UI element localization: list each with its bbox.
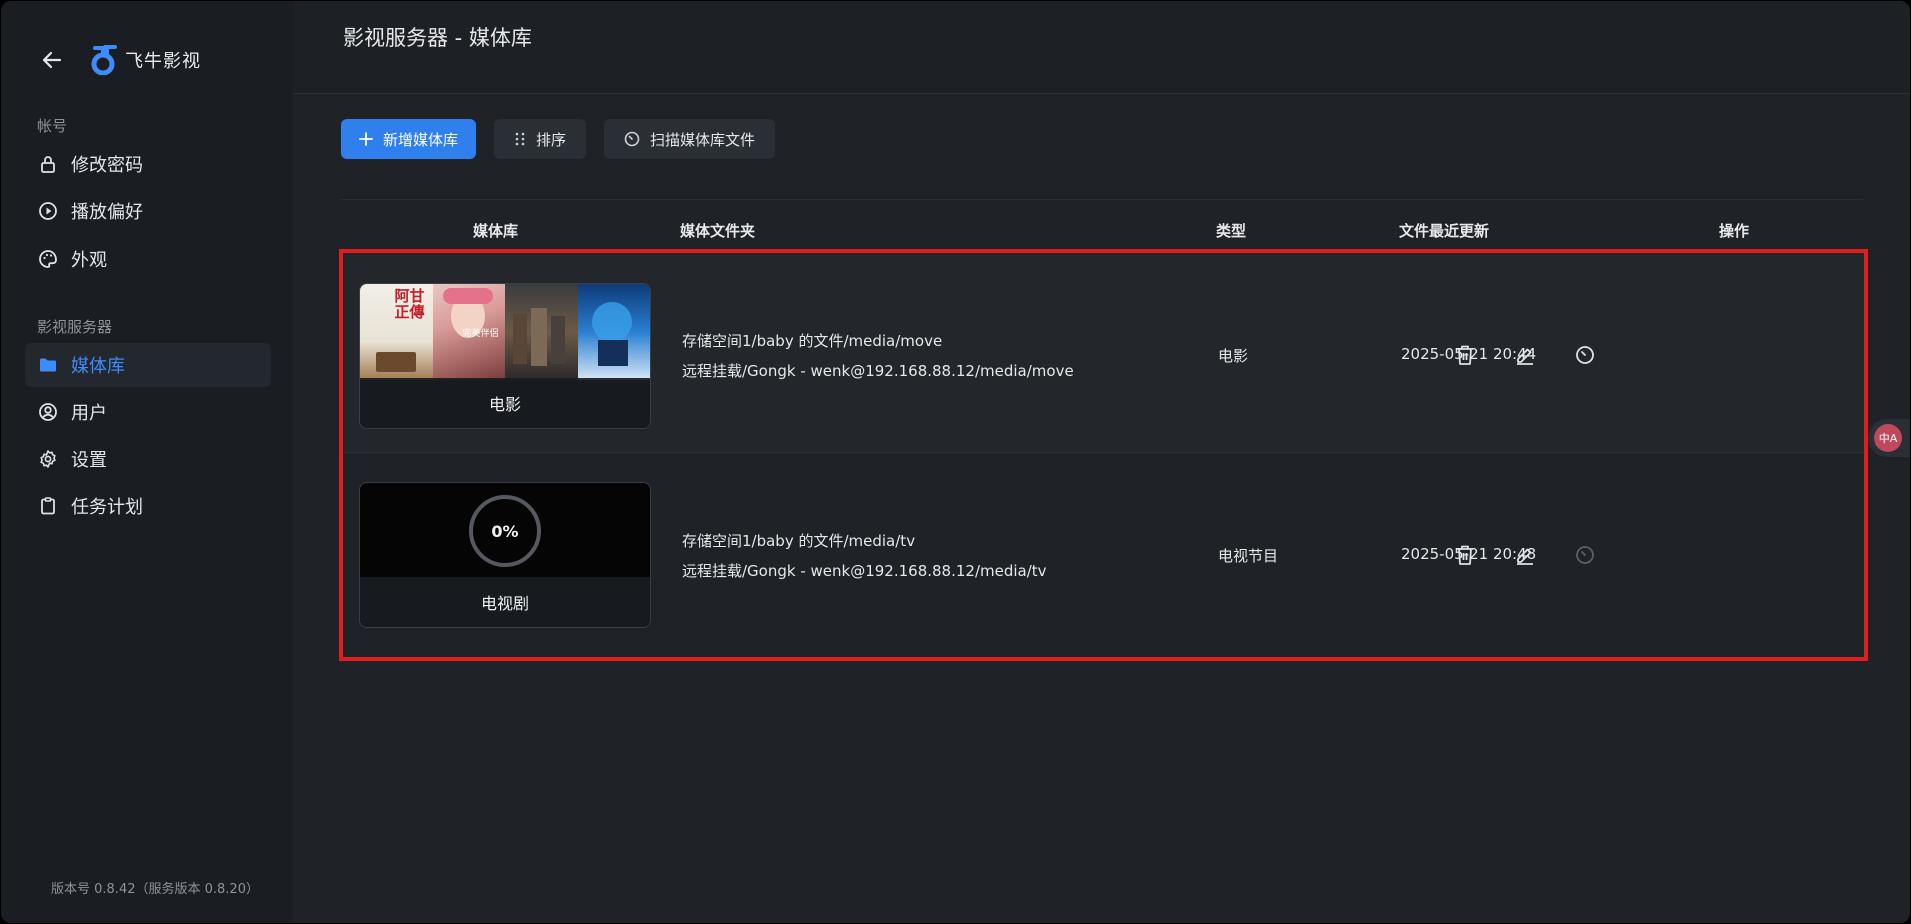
sidebar-item-label: 媒体库 <box>71 356 125 377</box>
folder-path: 存储空间1/baby 的文件/media/move <box>682 332 943 350</box>
media-folders: 存储空间1/baby 的文件/media/tv 远程挂载/Gongk - wen… <box>682 526 1047 586</box>
section-title-account: 帐号 <box>37 117 68 135</box>
table-header: 媒体库 媒体文件夹 类型 文件最近更新 操作 <box>341 199 1863 251</box>
column-header-updated: 文件最近更新 <box>1399 222 1490 240</box>
edit-pencil-icon[interactable] <box>1513 343 1537 367</box>
sidebar-item-label: 任务计划 <box>71 497 143 518</box>
folder-path: 存储空间1/baby 的文件/media/tv <box>682 532 916 550</box>
poster-thumbnail <box>505 284 578 380</box>
scan-label: 扫描媒体库文件 <box>650 130 756 149</box>
scan-timer-icon[interactable] <box>1573 343 1597 367</box>
sidebar-item-label: 修改密码 <box>71 155 143 176</box>
version-text: 版本号 0.8.42（服务版本 0.8.20） <box>51 882 259 897</box>
folder-path: 远程挂载/Gongk - wenk@192.168.88.12/media/tv <box>682 562 1047 580</box>
progress-ring: 0% <box>469 495 541 567</box>
sidebar: 飞牛影视 帐号 修改密码 播放偏好 外观 影视服务器 媒体库 用户 设置 任务计… <box>1 1 293 923</box>
media-library-table: 媒体库 媒体文件夹 类型 文件最近更新 操作 阿甘正傳 完美伴侶 电影 存储空间… <box>339 199 1868 661</box>
brand: 飞牛影视 <box>39 45 201 76</box>
sidebar-item-appearance[interactable]: 外观 <box>25 237 271 281</box>
brand-name: 飞牛影视 <box>125 51 201 72</box>
row-actions <box>1453 343 1597 367</box>
add-library-label: 新增媒体库 <box>383 130 459 149</box>
toolbar: 新增媒体库 排序 扫描媒体库文件 <box>341 119 776 159</box>
lock-icon <box>37 153 59 175</box>
scan-progress-area: 0% <box>360 483 650 579</box>
row-actions <box>1453 543 1597 567</box>
column-header-type: 类型 <box>1216 222 1247 240</box>
sidebar-item-settings[interactable]: 设置 <box>25 437 271 481</box>
poster-thumbnail <box>577 284 650 380</box>
back-arrow-icon[interactable] <box>39 47 65 73</box>
play-circle-icon <box>37 200 59 222</box>
library-card-movies[interactable]: 阿甘正傳 完美伴侶 电影 <box>359 283 651 429</box>
column-header-library: 媒体库 <box>473 222 519 240</box>
poster-strip: 阿甘正傳 完美伴侶 <box>360 284 650 380</box>
palette-icon <box>37 248 59 270</box>
library-name: 电视剧 <box>360 577 650 627</box>
sidebar-item-media-library[interactable]: 媒体库 <box>25 343 271 387</box>
sidebar-item-label: 播放偏好 <box>71 202 143 223</box>
sidebar-item-task-schedule[interactable]: 任务计划 <box>25 484 271 528</box>
folder-icon <box>37 354 59 376</box>
folder-path: 远程挂载/Gongk - wenk@192.168.88.12/media/mo… <box>682 362 1074 380</box>
main-content: 影视服务器 - 媒体库 新增媒体库 排序 扫描媒体库文件 媒体库 媒体文件夹 类… <box>293 1 1910 923</box>
scan-timer-icon <box>624 131 640 147</box>
sort-button[interactable]: 排序 <box>494 119 587 159</box>
gear-icon <box>37 448 59 470</box>
poster-thumbnail: 完美伴侶 <box>432 284 505 380</box>
drag-handle-icon <box>514 132 526 146</box>
app-window: 飞牛影视 帐号 修改密码 播放偏好 外观 影视服务器 媒体库 用户 设置 任务计… <box>1 1 1910 923</box>
topbar: 影视服务器 - 媒体库 <box>293 1 1910 94</box>
sidebar-item-change-password[interactable]: 修改密码 <box>25 142 271 186</box>
table-row[interactable]: 阿甘正傳 完美伴侶 电影 存储空间1/baby 的文件/media/move 远… <box>343 253 1864 453</box>
poster-title-text: 完美伴侶 <box>462 329 499 339</box>
user-circle-icon <box>37 401 59 423</box>
poster-title-text: 阿甘正傳 <box>394 287 425 321</box>
sidebar-item-users[interactable]: 用户 <box>25 390 271 434</box>
trash-icon[interactable] <box>1453 543 1477 567</box>
plus-icon <box>359 132 373 146</box>
library-type: 电视节目 <box>1218 547 1279 565</box>
library-type: 电影 <box>1218 347 1249 365</box>
sort-label: 排序 <box>536 130 567 149</box>
poster-thumbnail: 阿甘正傳 <box>360 284 433 380</box>
page-title: 影视服务器 - 媒体库 <box>343 25 532 50</box>
trash-icon[interactable] <box>1453 343 1477 367</box>
column-header-folder: 媒体文件夹 <box>680 222 756 240</box>
column-header-actions: 操作 <box>1719 222 1750 240</box>
translate-icon: 中A <box>1874 424 1902 452</box>
translate-widget[interactable]: 中A <box>1868 419 1910 457</box>
sidebar-item-label: 用户 <box>71 403 107 424</box>
clipboard-icon <box>37 495 59 517</box>
scan-timer-icon-disabled <box>1573 543 1597 567</box>
section-title-video-server: 影视服务器 <box>37 318 113 336</box>
sidebar-item-play-preference[interactable]: 播放偏好 <box>25 189 271 233</box>
add-library-button[interactable]: 新增媒体库 <box>341 119 477 159</box>
sidebar-item-label: 设置 <box>71 450 107 471</box>
feiniu-logo-icon <box>91 45 119 76</box>
library-name: 电影 <box>360 378 650 428</box>
media-folders: 存储空间1/baby 的文件/media/move 远程挂载/Gongk - w… <box>682 326 1074 386</box>
sidebar-item-label: 外观 <box>71 250 107 271</box>
table-row[interactable]: 0% 电视剧 存储空间1/baby 的文件/media/tv 远程挂载/Gong… <box>343 454 1864 654</box>
library-card-tv[interactable]: 0% 电视剧 <box>359 482 651 628</box>
scan-library-button[interactable]: 扫描媒体库文件 <box>604 119 776 159</box>
edit-pencil-icon[interactable] <box>1513 543 1537 567</box>
highlighted-rows: 阿甘正傳 完美伴侶 电影 存储空间1/baby 的文件/media/move 远… <box>339 249 1868 661</box>
